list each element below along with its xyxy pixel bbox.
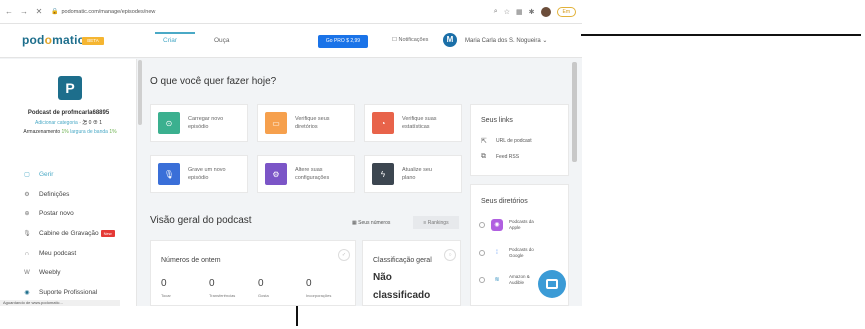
add-category-link[interactable]: Adicionar categoria: [35, 120, 78, 126]
stat-label: Gosta: [258, 293, 269, 298]
lock-icon: 🔒: [51, 9, 59, 15]
zoom-icon[interactable]: ⌕: [494, 8, 498, 16]
sidebar-item-postar-novo[interactable]: ⊕ Postar novo: [22, 210, 73, 217]
main-scrollbar[interactable]: [572, 62, 577, 162]
stat-value: 0: [306, 278, 312, 289]
yesterday-numbers-panel: Números de ontem ✓ 0 Tocar 0 Transferênc…: [150, 240, 356, 306]
directory-amazon[interactable]: ≋ Amazon & Audible: [479, 274, 530, 286]
stat-label: Tocar: [161, 293, 171, 298]
decorative-tick: [296, 306, 298, 326]
amazon-icon: ≋: [491, 274, 503, 286]
sidebar-item-meu-podcast[interactable]: ∩ Meu podcast: [22, 250, 76, 257]
folder-icon: ▭: [265, 112, 287, 134]
classification-value: Não classificado: [373, 272, 431, 301]
info-icon[interactable]: ○: [444, 249, 456, 261]
sidebar: P Podcast de profmcarla68895 Adicionar c…: [0, 59, 137, 306]
card-upload-episode[interactable]: ⊙ Carregar novo episódio: [150, 104, 248, 142]
podomatic-logo[interactable]: podomatic: [22, 33, 84, 47]
sidebar-item-weebly[interactable]: W Weebly: [22, 269, 60, 276]
card-record-episode[interactable]: 🎙 Grave um novo episódio: [150, 155, 248, 193]
stat-label: Incorporações: [306, 293, 332, 298]
copy-icon: ⧉: [481, 153, 486, 160]
weebly-icon: W: [24, 269, 30, 276]
app-header: podomatic BETA Criar Ouça Go PRO $ 2,99 …: [0, 24, 582, 58]
headphones-icon: ∩: [24, 250, 30, 257]
classification-panel: Classificação geral ○ Não classificado: [362, 240, 461, 306]
list-icon: ≡: [423, 219, 427, 226]
browser-actions: ⌕ ☆ ▦ ✱ Em: [494, 6, 576, 17]
grid-icon: ▦: [352, 220, 357, 226]
apple-podcasts-icon: ◉: [491, 219, 503, 231]
sidebar-item-definicoes[interactable]: ⚙ Definições: [22, 191, 69, 198]
browser-profile-button[interactable]: Em: [556, 6, 576, 17]
star-icon[interactable]: ☆: [504, 8, 510, 16]
go-pro-button[interactable]: Go PRO $ 2,99: [318, 35, 368, 48]
plus-circle-icon: ⊕: [24, 211, 30, 217]
seus-numeros-toggle[interactable]: ▦ Seus números: [352, 220, 390, 226]
mic-icon: 🎙: [158, 163, 180, 185]
puzzle-icon[interactable]: ✱: [529, 8, 535, 16]
card-check-directories[interactable]: ▭ Verifique seus diretórios: [257, 104, 355, 142]
card-change-settings[interactable]: ⚙ Altere suas configurações: [257, 155, 355, 193]
browser-profile-avatar[interactable]: [540, 6, 551, 17]
sidebar-item-suporte[interactable]: ◉ Suporte Profissional: [22, 289, 97, 296]
user-avatar[interactable]: M: [443, 33, 457, 47]
tab-criar[interactable]: Criar: [163, 37, 177, 44]
notifications-link[interactable]: ☐ Notificações: [392, 37, 428, 43]
active-tab-indicator: [155, 32, 195, 34]
podcast-name: Podcast de profmcarla68895: [27, 110, 110, 116]
podcast-logo[interactable]: P: [58, 76, 82, 100]
directories-title: Seus diretórios: [481, 198, 528, 205]
bolt-icon: ϟ: [372, 163, 394, 185]
back-icon[interactable]: ←: [3, 7, 15, 16]
sidebar-scrollbar[interactable]: [138, 60, 142, 125]
sidebar-item-cabine[interactable]: 🎙 Cabine de Gravação New: [22, 230, 115, 237]
new-badge: New: [100, 230, 115, 237]
tab-ouca[interactable]: Ouça: [214, 37, 230, 44]
address-bar[interactable]: 🔒 podomatic.com/manage/episodes/new: [51, 5, 451, 19]
podcast-url-link[interactable]: ⇱ URL de podcast: [481, 137, 532, 145]
stat-value: 0: [209, 278, 215, 289]
overview-title: Visão geral do podcast: [150, 215, 252, 226]
external-link-icon: ⇱: [481, 138, 487, 145]
extensions-icon[interactable]: ▦: [516, 8, 523, 16]
stat-label: Transferências: [209, 293, 236, 298]
mic-icon: 🎙: [23, 231, 31, 237]
info-icon[interactable]: ✓: [338, 249, 350, 261]
gear-icon: ⚙: [24, 192, 30, 198]
beta-badge: BETA: [82, 37, 104, 45]
directory-google[interactable]: ⁞ Podcasts do Google: [479, 247, 534, 259]
classification-title: Classificação geral: [373, 257, 432, 264]
rankings-toggle[interactable]: ≡ Rankings: [413, 216, 459, 229]
podcast-category: Adicionar categoria · 怎 0 ⊕ 1: [35, 120, 102, 126]
help-icon: ◉: [24, 290, 30, 296]
settings-icon: ⚙: [265, 163, 287, 185]
stats-icon: ◔: [372, 112, 394, 134]
play-icon: ⊙: [158, 112, 180, 134]
decorative-line: [581, 34, 861, 36]
yesterday-title: Números de ontem: [161, 257, 221, 264]
user-menu[interactable]: Maria Carla dos S. Nogueira ⌄: [465, 37, 547, 44]
url-text: podomatic.com/manage/episodes/new: [61, 8, 156, 15]
sidebar-item-gerir[interactable]: ▢ Gerir: [22, 171, 53, 178]
browser-status-text: Aguardando de www.podomatic...: [0, 300, 120, 306]
storage-info: Armazenamento 1% largura de banda 1%: [23, 129, 117, 135]
close-icon[interactable]: ✕: [33, 7, 45, 16]
card-upgrade-plan[interactable]: ϟ Atualize seu plano: [364, 155, 462, 193]
card-check-stats[interactable]: ◔ Verifique suas estatísticas: [364, 104, 462, 142]
browser-toolbar: ← → ✕ 🔒 podomatic.com/manage/episodes/ne…: [0, 0, 582, 24]
square-icon: ▢: [24, 172, 30, 178]
stat-value: 0: [258, 278, 264, 289]
forward-icon[interactable]: →: [18, 7, 30, 16]
stat-value: 0: [161, 278, 167, 289]
links-title: Seus links: [481, 117, 513, 124]
rss-feed-link[interactable]: ⧉ Feed RSS: [481, 153, 519, 161]
chat-icon: [546, 279, 558, 289]
app-screenshot: ← → ✕ 🔒 podomatic.com/manage/episodes/ne…: [0, 0, 582, 306]
chat-button[interactable]: [538, 270, 566, 298]
directory-apple[interactable]: ◉ Podcasts da Apple: [479, 219, 534, 231]
page-title: O que você quer fazer hoje?: [150, 76, 277, 87]
your-links-panel: Seus links ⇱ URL de podcast ⧉ Feed RSS: [470, 104, 569, 176]
google-podcasts-icon: ⁞: [491, 247, 503, 259]
